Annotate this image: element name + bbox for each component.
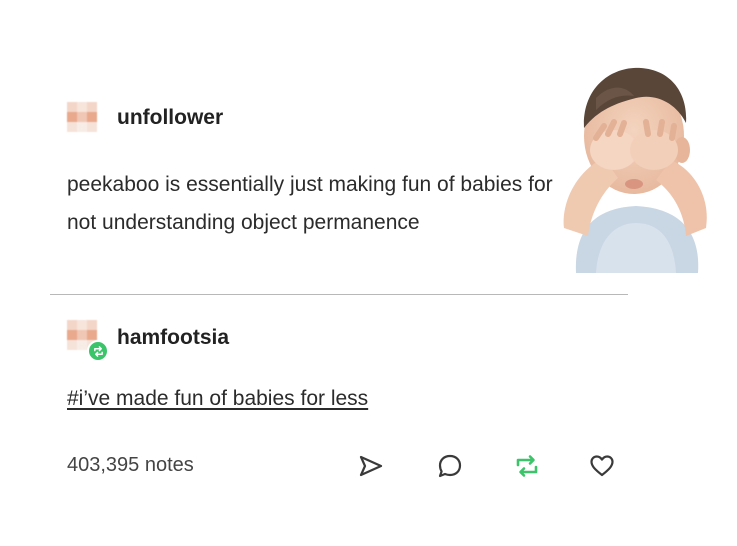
post-divider (50, 294, 628, 295)
avatar-unfollower[interactable] (67, 102, 97, 132)
reply-button[interactable] (435, 451, 465, 481)
heart-icon (590, 455, 614, 477)
post-text: peekaboo is essentially just making fun … (67, 173, 553, 234)
like-button[interactable] (587, 451, 617, 481)
baby-photo (563, 67, 707, 273)
reblog-badge-icon (87, 340, 109, 362)
reblog-icon (516, 455, 538, 477)
share-icon (359, 455, 383, 477)
reblog-button[interactable] (512, 451, 542, 481)
username-original[interactable]: unfollower (117, 106, 223, 130)
share-button[interactable] (356, 451, 386, 481)
post-tag[interactable]: #i’ve made fun of babies for less (67, 387, 368, 411)
reply-icon (438, 454, 462, 478)
notes-count[interactable]: 403,395 notes (67, 454, 194, 477)
username-reblogger[interactable]: hamfootsia (117, 326, 229, 350)
